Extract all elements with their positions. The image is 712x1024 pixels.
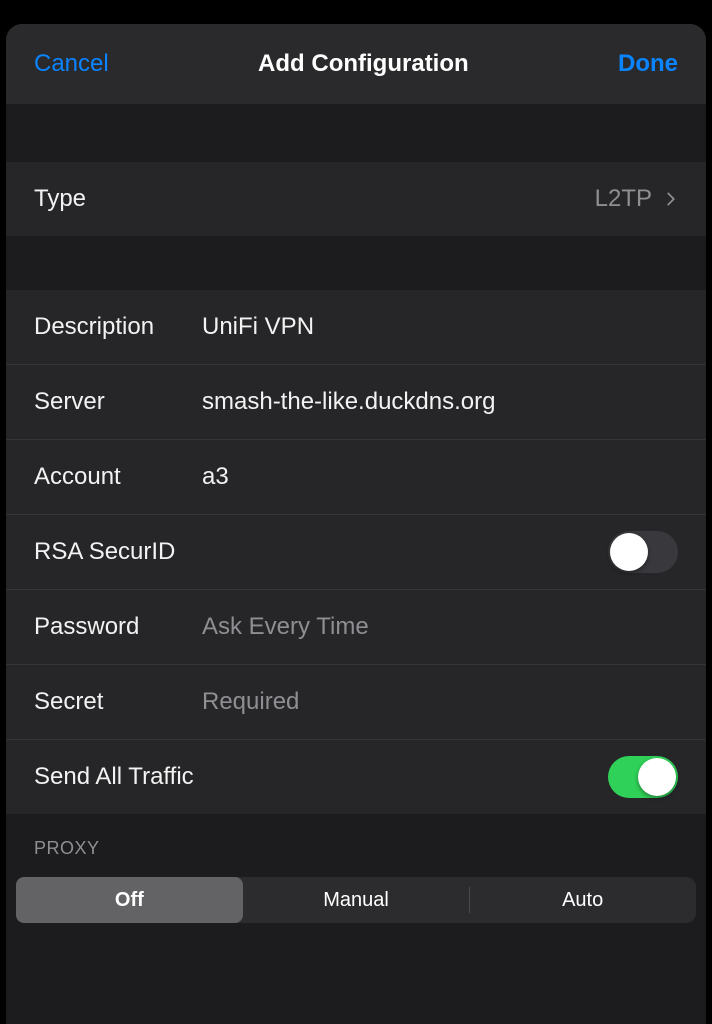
type-value-wrap: L2TP — [595, 185, 678, 213]
server-value[interactable]: smash-the-like.duckdns.org — [202, 388, 678, 416]
done-button[interactable]: Done — [618, 50, 678, 78]
type-value: L2TP — [595, 185, 652, 213]
proxy-option-auto[interactable]: Auto — [469, 877, 696, 923]
rsa-toggle[interactable] — [608, 531, 678, 573]
send-all-toggle[interactable] — [608, 756, 678, 798]
server-label: Server — [34, 388, 202, 416]
spacer — [6, 104, 706, 162]
rsa-label: RSA SecurID — [34, 538, 608, 566]
nav-bar: Cancel Add Configuration Done — [6, 24, 706, 104]
vpn-fields-group: Description UniFi VPN Server smash-the-l… — [6, 290, 706, 814]
type-group: Type L2TP — [6, 162, 706, 236]
password-row[interactable]: Password Ask Every Time — [6, 589, 706, 664]
chevron-right-icon — [664, 192, 678, 206]
proxy-header: Proxy — [6, 814, 706, 869]
rsa-row: RSA SecurID — [6, 514, 706, 589]
proxy-segment-wrap: OffManualAuto — [6, 869, 706, 933]
toggle-knob — [610, 533, 648, 571]
toggle-knob — [638, 758, 676, 796]
password-label: Password — [34, 613, 202, 641]
secret-label: Secret — [34, 688, 202, 716]
proxy-segmented-control[interactable]: OffManualAuto — [16, 877, 696, 923]
type-row[interactable]: Type L2TP — [6, 162, 706, 236]
server-row[interactable]: Server smash-the-like.duckdns.org — [6, 364, 706, 439]
secret-row[interactable]: Secret Required — [6, 664, 706, 739]
description-label: Description — [34, 313, 202, 341]
type-label: Type — [34, 185, 595, 213]
cancel-button[interactable]: Cancel — [34, 50, 109, 78]
send-all-row: Send All Traffic — [6, 739, 706, 814]
description-value[interactable]: UniFi VPN — [202, 313, 678, 341]
page-title: Add Configuration — [258, 50, 469, 78]
account-label: Account — [34, 463, 202, 491]
account-value[interactable]: a3 — [202, 463, 678, 491]
proxy-option-manual[interactable]: Manual — [243, 877, 470, 923]
secret-placeholder[interactable]: Required — [202, 688, 678, 716]
settings-sheet: Cancel Add Configuration Done Type L2TP … — [6, 24, 706, 1024]
proxy-option-off[interactable]: Off — [16, 877, 243, 923]
spacer — [6, 236, 706, 290]
description-row[interactable]: Description UniFi VPN — [6, 290, 706, 364]
send-all-label: Send All Traffic — [34, 763, 608, 791]
account-row[interactable]: Account a3 — [6, 439, 706, 514]
password-placeholder[interactable]: Ask Every Time — [202, 613, 678, 641]
